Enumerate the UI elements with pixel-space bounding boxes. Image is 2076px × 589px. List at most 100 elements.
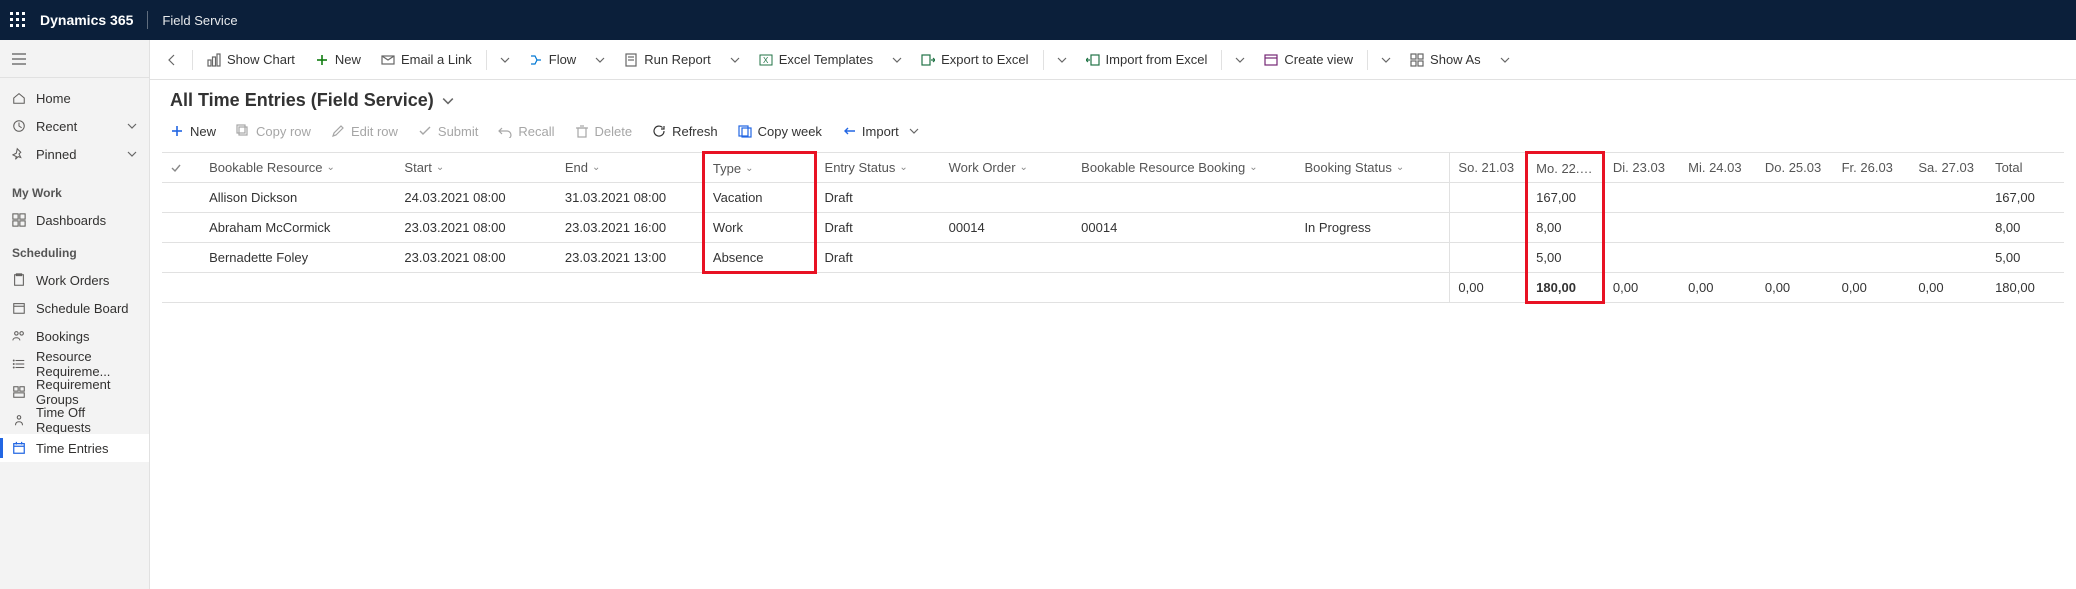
cell-d6[interactable] xyxy=(1910,183,1987,213)
cell-end[interactable]: 31.03.2021 08:00 xyxy=(557,183,704,213)
app-launcher-icon[interactable] xyxy=(10,12,26,28)
cell-d1[interactable]: 8,00 xyxy=(1527,213,1604,243)
nav-time-off[interactable]: Time Off Requests xyxy=(0,406,149,434)
grid-row[interactable]: Allison Dickson24.03.2021 08:0031.03.202… xyxy=(162,183,2064,213)
col-d5[interactable]: Fr. 26.03 xyxy=(1834,153,1911,183)
col-d0[interactable]: So. 21.03 xyxy=(1450,153,1527,183)
excel-templates-button[interactable]: XExcel Templates xyxy=(751,46,881,74)
cell-d0[interactable] xyxy=(1450,243,1527,273)
nav-dashboards[interactable]: Dashboards xyxy=(0,206,149,234)
module-label[interactable]: Field Service xyxy=(162,13,237,28)
col-start[interactable]: Start⌄ xyxy=(396,153,556,183)
row-selector[interactable] xyxy=(162,243,201,273)
grid-new-button[interactable]: New xyxy=(162,117,224,145)
grid-row[interactable]: Abraham McCormick23.03.2021 08:0023.03.2… xyxy=(162,213,2064,243)
email-link-button[interactable]: Email a Link xyxy=(373,46,480,74)
col-d6[interactable]: Sa. 27.03 xyxy=(1910,153,1987,183)
show-as-button[interactable]: Show As xyxy=(1402,46,1489,74)
cell-resource[interactable]: Bernadette Foley xyxy=(201,243,396,273)
excel-templates-dropdown[interactable] xyxy=(885,46,909,74)
show-as-dropdown[interactable] xyxy=(1493,46,1517,74)
cell-d2[interactable] xyxy=(1603,183,1680,213)
cell-resource[interactable]: Allison Dickson xyxy=(201,183,396,213)
cell-type[interactable]: Work xyxy=(703,213,815,243)
run-report-dropdown[interactable] xyxy=(723,46,747,74)
select-all-header[interactable] xyxy=(162,153,201,183)
cell-work-order[interactable] xyxy=(941,243,1074,273)
run-report-button[interactable]: Run Report xyxy=(616,46,718,74)
cell-d0[interactable] xyxy=(1450,183,1527,213)
nav-time-entries[interactable]: Time Entries xyxy=(0,434,149,462)
col-d3[interactable]: Mi. 24.03 xyxy=(1680,153,1757,183)
cell-d2[interactable] xyxy=(1603,243,1680,273)
cell-d3[interactable] xyxy=(1680,213,1757,243)
col-d2[interactable]: Di. 23.03 xyxy=(1603,153,1680,183)
cell-booking-status[interactable] xyxy=(1296,243,1449,273)
sidebar-toggle[interactable] xyxy=(0,40,149,78)
cell-start[interactable]: 24.03.2021 08:00 xyxy=(396,183,556,213)
nav-bookings[interactable]: Bookings xyxy=(0,322,149,350)
cell-work-order[interactable]: 00014 xyxy=(941,213,1074,243)
back-button[interactable] xyxy=(158,46,186,74)
nav-pinned[interactable]: Pinned xyxy=(0,140,149,168)
cell-booking[interactable]: 00014 xyxy=(1073,213,1296,243)
cell-end[interactable]: 23.03.2021 13:00 xyxy=(557,243,704,273)
col-total[interactable]: Total xyxy=(1987,153,2064,183)
cell-start[interactable]: 23.03.2021 08:00 xyxy=(396,243,556,273)
cell-entry-status[interactable]: Draft xyxy=(815,213,941,243)
cell-d5[interactable] xyxy=(1834,183,1911,213)
cell-resource[interactable]: Abraham McCormick xyxy=(201,213,396,243)
cell-end[interactable]: 23.03.2021 16:00 xyxy=(557,213,704,243)
col-booking-status[interactable]: Booking Status⌄ xyxy=(1296,153,1449,183)
cell-booking[interactable] xyxy=(1073,243,1296,273)
new-button[interactable]: New xyxy=(307,46,369,74)
row-selector[interactable] xyxy=(162,183,201,213)
cell-start[interactable]: 23.03.2021 08:00 xyxy=(396,213,556,243)
cell-type[interactable]: Vacation xyxy=(703,183,815,213)
cell-d1[interactable]: 5,00 xyxy=(1527,243,1604,273)
export-excel-dropdown[interactable] xyxy=(1050,46,1074,74)
col-d4[interactable]: Do. 25.03 xyxy=(1757,153,1834,183)
flow-button[interactable]: Flow xyxy=(521,46,584,74)
create-view-button[interactable]: Create view xyxy=(1256,46,1361,74)
nav-work-orders[interactable]: Work Orders xyxy=(0,266,149,294)
cell-d6[interactable] xyxy=(1910,243,1987,273)
cell-d2[interactable] xyxy=(1603,213,1680,243)
grid-row[interactable]: Bernadette Foley23.03.2021 08:0023.03.20… xyxy=(162,243,2064,273)
cell-d6[interactable] xyxy=(1910,213,1987,243)
export-excel-button[interactable]: Export to Excel xyxy=(913,46,1036,74)
import-excel-button[interactable]: Import from Excel xyxy=(1078,46,1216,74)
col-d1[interactable]: Mo. 22.03 xyxy=(1527,153,1604,183)
cell-total[interactable]: 167,00 xyxy=(1987,183,2064,213)
nav-schedule-board[interactable]: Schedule Board xyxy=(0,294,149,322)
col-booking[interactable]: Bookable Resource Booking⌄ xyxy=(1073,153,1296,183)
show-chart-button[interactable]: Show Chart xyxy=(199,46,303,74)
col-type[interactable]: Type⌄ xyxy=(703,153,815,183)
create-view-dropdown[interactable] xyxy=(1374,46,1398,74)
import-button[interactable]: Import xyxy=(834,117,927,145)
email-link-dropdown[interactable] xyxy=(493,46,517,74)
grid-wrapper[interactable]: Bookable Resource⌄ Start⌄ End⌄ Type⌄ Ent… xyxy=(150,151,2076,589)
col-resource[interactable]: Bookable Resource⌄ xyxy=(201,153,396,183)
refresh-button[interactable]: Refresh xyxy=(644,117,726,145)
cell-total[interactable]: 8,00 xyxy=(1987,213,2064,243)
nav-home[interactable]: Home xyxy=(0,84,149,112)
nav-req-groups[interactable]: Requirement Groups xyxy=(0,378,149,406)
cell-work-order[interactable] xyxy=(941,183,1074,213)
cell-d5[interactable] xyxy=(1834,213,1911,243)
cell-entry-status[interactable]: Draft xyxy=(815,243,941,273)
cell-d0[interactable] xyxy=(1450,213,1527,243)
col-end[interactable]: End⌄ xyxy=(557,153,704,183)
nav-recent[interactable]: Recent xyxy=(0,112,149,140)
cell-entry-status[interactable]: Draft xyxy=(815,183,941,213)
cell-d5[interactable] xyxy=(1834,243,1911,273)
cell-booking[interactable] xyxy=(1073,183,1296,213)
cell-total[interactable]: 5,00 xyxy=(1987,243,2064,273)
col-entry-status[interactable]: Entry Status⌄ xyxy=(815,153,941,183)
brand-label[interactable]: Dynamics 365 xyxy=(40,12,133,28)
flow-dropdown[interactable] xyxy=(588,46,612,74)
cell-d4[interactable] xyxy=(1757,243,1834,273)
cell-booking-status[interactable] xyxy=(1296,183,1449,213)
nav-resource-req[interactable]: Resource Requireme... xyxy=(0,350,149,378)
col-work-order[interactable]: Work Order⌄ xyxy=(941,153,1074,183)
